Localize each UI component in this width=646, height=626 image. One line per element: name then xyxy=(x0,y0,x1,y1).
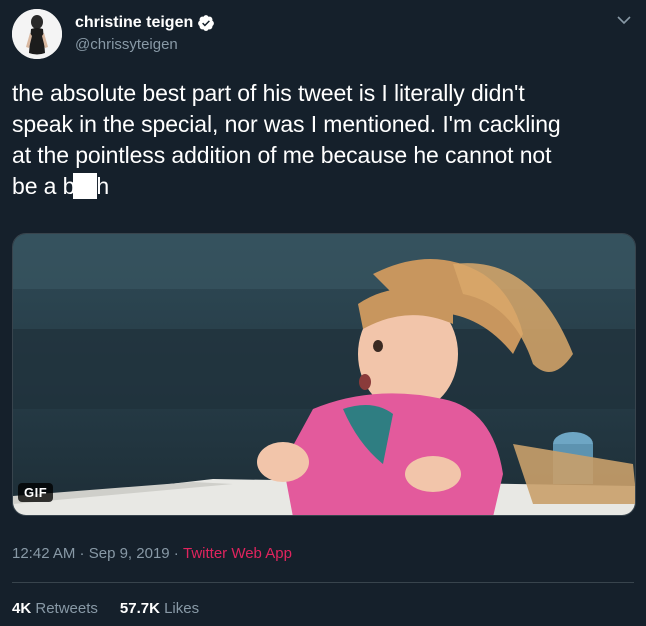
tweet-text-fragment: be a b xyxy=(12,173,76,199)
gif-frame-image xyxy=(13,234,635,515)
verified-badge-icon xyxy=(198,15,215,31)
retweets-label: Retweets xyxy=(35,600,98,617)
likes-label: Likes xyxy=(164,600,200,617)
author-handle[interactable]: @chrissyteigen xyxy=(75,36,178,53)
meta-separator: · xyxy=(169,545,183,562)
tweet-text-line: speak in the special, nor was I mentione… xyxy=(12,111,561,137)
tweet-source-link[interactable]: Twitter Web App xyxy=(183,545,292,562)
tweet-text-line: the absolute best part of his tweet is I… xyxy=(12,80,525,106)
author-display-name[interactable]: christine teigen xyxy=(75,14,193,32)
tweet-text: the absolute best part of his tweet is I… xyxy=(12,78,632,202)
tweet-text-fragment: h xyxy=(96,173,110,199)
tweet-card: christine teigen @chrissyteigen the abso… xyxy=(0,0,646,626)
avatar-image xyxy=(12,9,62,59)
tweet-stats: 4K Retweets 57.7K Likes xyxy=(12,600,199,617)
likes-stat[interactable]: 57.7K Likes xyxy=(120,600,199,617)
gif-badge: GIF xyxy=(18,483,54,502)
tweet-metadata: 12:42 AM · Sep 9, 2019 · Twitter Web App xyxy=(12,545,292,562)
tweet-date[interactable]: Sep 9, 2019 xyxy=(89,545,170,562)
retweets-count: 4K xyxy=(12,600,32,617)
meta-separator: · xyxy=(75,545,89,562)
avatar[interactable] xyxy=(12,9,62,59)
likes-count: 57.7K xyxy=(119,600,160,617)
author-name-row[interactable]: christine teigen xyxy=(75,14,215,32)
gif-media[interactable] xyxy=(12,233,636,516)
tweet-text-line: at the pointless addition of me because … xyxy=(12,142,552,168)
censor-block xyxy=(73,173,98,199)
tweet-text-line: be a b h xyxy=(12,171,632,202)
tweet-time[interactable]: 12:42 AM xyxy=(12,545,75,562)
chevron-down-icon[interactable] xyxy=(616,12,632,28)
divider xyxy=(12,582,634,583)
retweets-stat[interactable]: 4K Retweets xyxy=(12,600,98,617)
